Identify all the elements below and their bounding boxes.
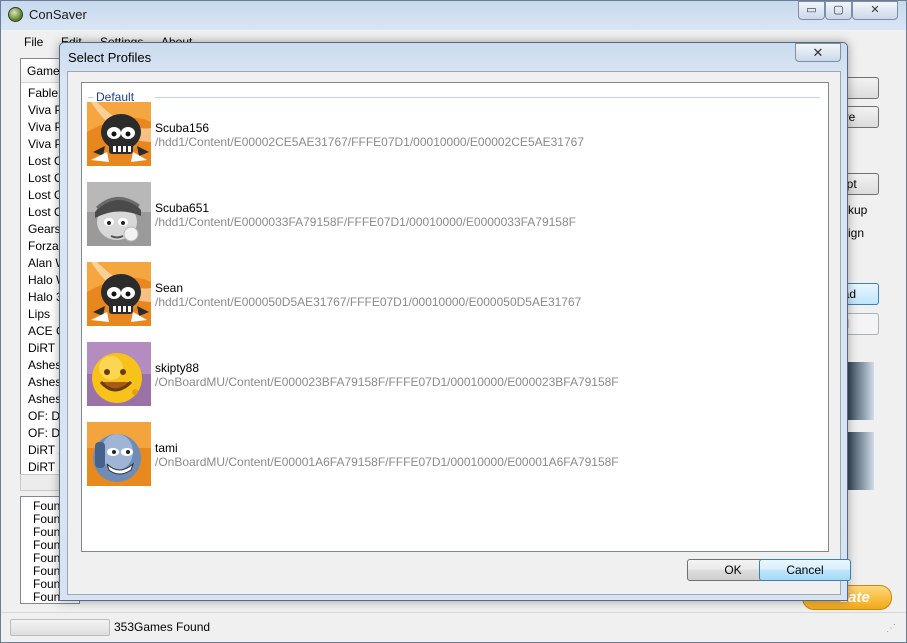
profile-path: /OnBoardMU/Content/E000023BFA79158F/FFFE… <box>155 375 619 389</box>
size-grip-icon[interactable]: ⋰ <box>886 623 898 635</box>
profile-avatar-beanie-kid-icon <box>87 182 151 246</box>
resign-option-label[interactable]: ign <box>848 226 864 240</box>
minimize-icon: ▭ <box>806 4 817 16</box>
app-globe-icon <box>8 7 23 22</box>
close-button[interactable]: ✕ <box>852 1 898 20</box>
profile-row[interactable]: Scuba156/hdd1/Content/E00002CE5AE31767/F… <box>87 102 787 168</box>
game-thumbnail-2 <box>846 432 874 490</box>
game-list-row[interactable]: Ashes <box>28 358 61 372</box>
group-divider <box>155 97 820 98</box>
profile-panel: Default Scuba156/hdd1/Content/E00002CE5A… <box>81 82 829 552</box>
profile-row[interactable]: skipty88/OnBoardMU/Content/E000023BFA791… <box>87 342 787 408</box>
profile-row[interactable]: tami/OnBoardMU/Content/E00001A6FA79158F/… <box>87 422 787 488</box>
game-list-row[interactable]: Lips <box>28 307 50 321</box>
profile-name: Scuba651 <box>155 201 210 215</box>
profile-name: Sean <box>155 281 184 295</box>
profile-row[interactable]: Scuba651/hdd1/Content/E0000033FA79158F/F… <box>87 182 787 248</box>
game-thumbnail-1 <box>846 362 874 420</box>
profile-name: skipty88 <box>155 361 200 375</box>
profile-avatar-skull-orange-icon <box>87 262 151 326</box>
group-divider <box>88 97 94 98</box>
game-list-row[interactable]: Forza <box>28 239 59 253</box>
game-column-label: Game <box>27 64 60 78</box>
dialog-close-button[interactable]: ✕ <box>795 43 841 62</box>
main-titlebar[interactable]: ConSaver <box>0 0 905 30</box>
cancel-button[interactable]: Cancel <box>759 559 851 581</box>
profile-path: /hdd1/Content/E00002CE5AE31767/FFFE07D1/… <box>155 135 584 149</box>
ok-button-label: OK <box>724 563 742 577</box>
profile-name: tami <box>155 441 178 455</box>
game-list-row[interactable]: Viva P <box>28 103 62 117</box>
profile-avatar-blue-robot-icon <box>87 422 151 486</box>
maximize-icon: ▢ <box>833 4 844 16</box>
game-list-row[interactable]: DiRT <box>28 341 55 355</box>
status-bar: 353Games Found ⋰ <box>1 612 906 642</box>
close-icon: ✕ <box>870 4 880 16</box>
game-list-row[interactable]: Gears <box>28 222 61 236</box>
status-text: 353Games Found <box>114 620 211 634</box>
menu-file[interactable]: File <box>24 35 43 49</box>
profile-path: /hdd1/Content/E0000033FA79158F/FFFE07D1/… <box>155 215 576 229</box>
profile-row[interactable]: Sean/hdd1/Content/E000050D5AE31767/FFFE0… <box>87 262 787 328</box>
profile-avatar-skull-orange-icon <box>87 102 151 166</box>
game-list-row[interactable]: Viva P <box>28 120 62 134</box>
minimize-button[interactable]: ▭ <box>798 1 825 20</box>
game-list-row[interactable]: Viva P <box>28 137 62 151</box>
game-list-row[interactable]: Ashes <box>28 375 61 389</box>
backup-option-label[interactable]: kup <box>848 203 867 217</box>
maximize-button[interactable]: ▢ <box>825 1 852 20</box>
profile-avatar-yellow-smiley-icon <box>87 342 151 406</box>
select-profiles-dialog: Select Profiles ✕ Default Scuba156/hdd1/… <box>59 42 851 601</box>
profile-path: /hdd1/Content/E000050D5AE31767/FFFE07D1/… <box>155 295 582 309</box>
close-icon: ✕ <box>812 45 824 60</box>
game-list-row[interactable]: Ashes <box>28 392 61 406</box>
profile-name: Scuba156 <box>155 121 210 135</box>
dialog-client-area: Default Scuba156/hdd1/Content/E00002CE5A… <box>67 71 851 595</box>
game-list-row[interactable]: Halo 3 <box>28 290 63 304</box>
cancel-button-label: Cancel <box>786 563 824 577</box>
dialog-title: Select Profiles <box>68 50 152 65</box>
window-title: ConSaver <box>29 7 87 22</box>
status-progress-bar <box>10 619 110 636</box>
profile-path: /OnBoardMU/Content/E00001A6FA79158F/FFFE… <box>155 455 619 469</box>
